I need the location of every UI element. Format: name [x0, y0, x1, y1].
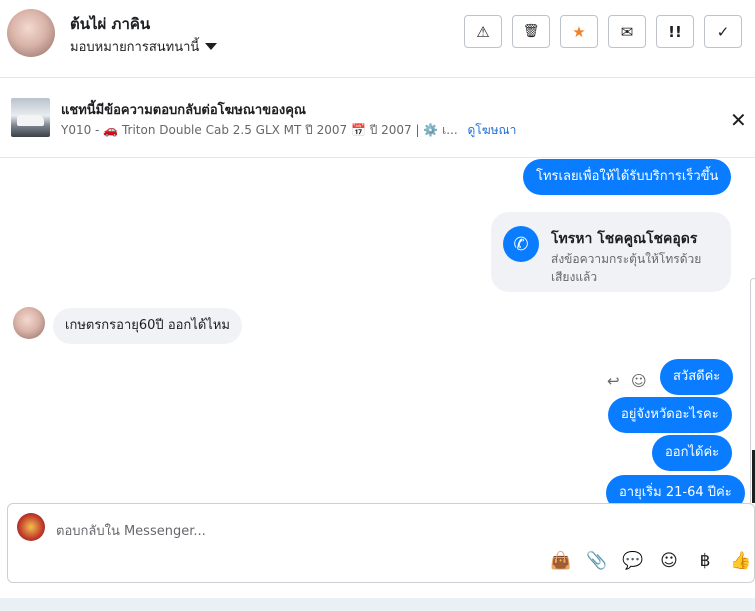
mark-done-button[interactable]: ✓ [704, 15, 742, 48]
attachment-icon[interactable]: 📎 [586, 551, 608, 571]
call-title: โทรหา โชคคูณโชคอุดร [551, 231, 698, 247]
reply-icon[interactable]: ↩ [607, 372, 620, 390]
message-composer[interactable]: ตอบกลับใน Messenger... 👜 📎 💬 ☺ ฿ 👍 [7, 503, 755, 583]
message-thread[interactable]: โทรเลยเพื่อให้ได้รับบริการเร็วขึ้น ✆ โทร… [0, 158, 755, 503]
phone-icon: ✆ [503, 226, 539, 262]
star-button[interactable]: ★ [560, 15, 598, 48]
ad-reply-banner: แชทนี้มีข้อความตอบกลับต่อโฆษณาของคุณ Y01… [0, 78, 755, 158]
emoji-icon[interactable]: ☺ [658, 551, 680, 571]
emoji-reaction-icon[interactable]: ☺ [631, 372, 647, 390]
assign-label: มอบหมายการสนทนานี้ [70, 40, 200, 55]
avatar[interactable] [7, 9, 55, 57]
baht-icon[interactable]: ฿ [694, 551, 716, 571]
call-request-card[interactable]: ✆ โทรหา โชคคูณโชคอุดร ส่งข้อความกระตุ้นใ… [491, 212, 731, 292]
priority-icon: !! [668, 22, 682, 41]
outgoing-message[interactable]: ออกได้ค่ะ [652, 435, 733, 471]
outgoing-message[interactable]: อายุเริ่ม 21-64 ปีค่ะ [606, 475, 745, 503]
incoming-message[interactable]: เกษตรกรอายุ60ปี ออกได้ไหม [53, 308, 242, 344]
like-icon[interactable]: 👍 [730, 551, 752, 571]
view-ad-link[interactable]: ดูโฆษณา [467, 123, 516, 137]
ad-description: Y010 - 🚗 Triton Double Cab 2.5 GLX MT ปี… [61, 123, 458, 137]
ad-thumbnail[interactable] [11, 98, 50, 137]
page-avatar [17, 513, 45, 541]
priority-button[interactable]: !! [656, 15, 694, 48]
chevron-down-icon [205, 43, 218, 50]
report-button[interactable]: ⚠ [464, 15, 502, 48]
outgoing-message[interactable]: อยู่จังหวัดอะไรคะ [608, 397, 732, 433]
sender-avatar [13, 307, 45, 339]
assign-conversation-dropdown[interactable]: มอบหมายการสนทนานี้ [70, 36, 218, 57]
shopping-bag-icon[interactable]: 👜 [550, 551, 572, 571]
mark-unread-button[interactable]: ✉ [608, 15, 646, 48]
conversation-header: ต้นไผ่ ภาคิน มอบหมายการสนทนานี้ ⚠ 🗑 ★ ✉ … [0, 0, 755, 78]
reply-input[interactable]: ตอบกลับใน Messenger... [56, 520, 206, 541]
star-icon: ★ [572, 22, 586, 41]
done-icon: ✓ [716, 22, 730, 41]
banner-title: แชทนี้มีข้อความตอบกลับต่อโฆษณาของคุณ [61, 103, 306, 118]
delete-button[interactable]: 🗑 [512, 15, 550, 48]
banner-subtitle: Y010 - 🚗 Triton Double Cab 2.5 GLX MT ปี… [61, 121, 516, 140]
footer-strip [0, 598, 755, 611]
contact-name[interactable]: ต้นไผ่ ภาคิน [70, 12, 150, 36]
outgoing-message[interactable]: สวัสดีค่ะ [660, 359, 734, 395]
call-subtitle: ส่งข้อความกระตุ้นให้โทรด้วยเสียงแล้ว [551, 252, 702, 284]
outgoing-message[interactable]: โทรเลยเพื่อให้ได้รับบริการเร็วขึ้น [523, 159, 732, 195]
saved-reply-icon[interactable]: 💬 [622, 551, 644, 571]
mark-unread-icon: ✉ [620, 22, 634, 41]
close-icon[interactable]: ✕ [730, 108, 747, 132]
report-icon: ⚠ [476, 22, 490, 41]
trash-icon: 🗑 [522, 24, 540, 39]
